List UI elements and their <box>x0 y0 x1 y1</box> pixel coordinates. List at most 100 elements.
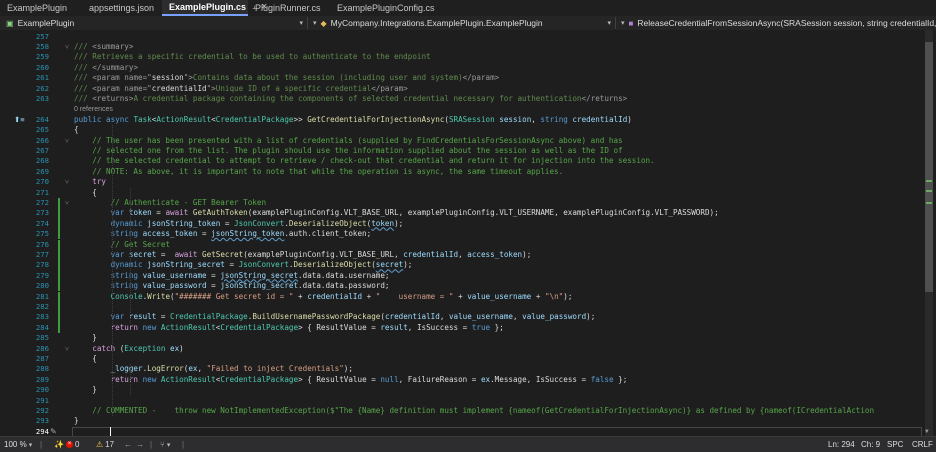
member-name: ReleaseCredentialFromSessionAsync(SRASes… <box>637 18 936 28</box>
code-token: GetAuthToken <box>192 208 248 218</box>
tab-label: ExamplePlugin.cs <box>169 2 247 12</box>
code-token: /// <box>74 41 93 51</box>
code-token: = <box>197 229 212 239</box>
tab-exampleplugin-cs[interactable]: ExamplePlugin.cs ⫠ ✕ <box>162 0 268 16</box>
line-number: 285 <box>35 333 49 343</box>
zoom-value: 100 % <box>4 440 27 449</box>
project-dropdown[interactable]: ▣ ExamplePlugin ▾ <box>2 17 308 29</box>
code-line: return new ActionResult<CredentialPackag… <box>74 323 504 333</box>
reference-count-label[interactable]: 0 references <box>74 106 113 113</box>
implementation-glyph-icon[interactable]: ⬆≡ <box>14 115 25 124</box>
fold-toggle-icon[interactable]: ˅ <box>63 42 71 52</box>
code-token: ); <box>563 291 573 301</box>
change-marker <box>58 208 60 219</box>
fold-toggle-icon[interactable]: ˅ <box>63 198 71 208</box>
code-token: DeserializeObject <box>288 218 367 228</box>
whitespace-mode[interactable]: SPC <box>887 440 903 449</box>
code-token: , <box>512 312 523 322</box>
code-editor[interactable]: 257 258 259 260 261 262 263 264 265 266 267 268 269 2… <box>0 30 922 436</box>
cursor-line[interactable]: Ln: 294 <box>828 440 855 449</box>
change-marker <box>58 322 60 334</box>
code-token: // The user has been presented with a li… <box>74 135 623 145</box>
code-token: Contains data about the session (includi… <box>192 73 463 83</box>
chevron-down-icon: ▾ <box>607 20 611 27</box>
change-marker <box>58 239 60 250</box>
line-number: 274 <box>35 218 49 228</box>
line-number: 263 <box>35 93 49 103</box>
code-token: ex <box>165 343 180 353</box>
previous-issue-button[interactable]: ← <box>124 440 132 449</box>
code-token: ); <box>586 312 596 322</box>
navigation-bar: ▣ ExamplePlugin ▾ ▾ ◆ MyCompany.Integrat… <box>0 16 936 31</box>
tab-pluginrunner-cs[interactable]: PluginRunner.cs <box>248 0 330 16</box>
sparkle-icon[interactable]: ✨ <box>54 440 64 449</box>
code-line: // The user has been presented with a li… <box>74 135 623 146</box>
code-line: _logger.LogError(ex, "Failed to inject C… <box>74 364 353 374</box>
code-token: , <box>458 249 468 259</box>
code-token: // NOTE: As above, it is important to no… <box>74 166 564 176</box>
next-issue-button[interactable]: → <box>136 440 144 449</box>
code-token: // selected one from the list. The plugi… <box>74 145 623 155</box>
code-line: // Get Secret <box>74 240 170 250</box>
tab-appsettings-json[interactable]: appsettings.json <box>82 0 162 16</box>
line-number-gutter: 257 258 259 260 261 262 263 264 265 266 267 268 269 2… <box>0 30 54 436</box>
fold-toggle-icon[interactable]: ˅ <box>63 136 71 146</box>
edit-pencil-icon[interactable]: ✎ <box>50 427 57 436</box>
git-branch-icon[interactable]: ⑂ ▾ <box>160 440 170 449</box>
code-token: CredentialPackage <box>220 374 299 384</box>
code-token: session <box>494 114 532 124</box>
code-line: } <box>74 416 79 426</box>
code-token: > { ResultValue = <box>298 374 381 384</box>
scrollbar-thumb[interactable] <box>925 42 933 292</box>
tab-exampleplugin[interactable]: ExamplePlugin <box>0 0 82 16</box>
cursor-char[interactable]: Ch: 9 <box>861 440 880 449</box>
code-token: { <box>74 125 79 135</box>
class-dropdown[interactable]: ▾ ◆ MyCompany.Integrations.ExamplePlugin… <box>309 17 616 29</box>
line-ending-value: CRLF <box>912 440 933 449</box>
change-marker <box>58 218 60 230</box>
code-token: BuildUsernamePasswordPackage <box>252 312 381 322</box>
code-token: ); <box>343 364 353 374</box>
code-token: // Get Secret <box>74 239 171 249</box>
error-count[interactable]: × 0 <box>66 440 79 449</box>
line-number: 276 <box>35 239 49 249</box>
scroll-down-arrow-icon[interactable]: ▼ <box>925 428 929 435</box>
code-token: , <box>197 364 207 374</box>
code-view[interactable]: /// <summary>/// Retrieves a specific cr… <box>74 30 922 436</box>
code-token: }; <box>490 322 504 332</box>
tab-examplepluginconfig-cs[interactable]: ExamplePluginConfig.cs <box>330 0 435 16</box>
code-token: credentialId <box>403 249 459 259</box>
warning-icon: ⚠ <box>96 440 104 449</box>
code-token: await <box>165 208 193 218</box>
code-token: token <box>128 208 152 218</box>
code-token: value_password <box>142 281 207 291</box>
code-line: /// <param name="credentialId">Unique ID… <box>74 84 408 94</box>
change-marker <box>58 312 60 323</box>
codelens-reference-count[interactable]: 0 references <box>74 104 113 114</box>
member-dropdown[interactable]: ▾ ■ ReleaseCredentialFromSessionAsync(SR… <box>617 17 936 29</box>
line-number: 260 <box>35 62 49 72</box>
code-token: + <box>531 291 545 301</box>
code-line: /// <summary> <box>74 42 133 52</box>
code-token: credentialId <box>151 83 207 93</box>
code-token: = <box>151 208 166 218</box>
tab-label: ExamplePluginConfig.cs <box>337 3 435 13</box>
fold-toggle-icon[interactable]: ˅ <box>63 177 71 187</box>
code-line: // NOTE: As above, it is important to no… <box>74 167 563 177</box>
code-line: /// <returns>A credential package contai… <box>74 94 627 104</box>
tab-label: PluginRunner.cs <box>255 3 321 13</box>
code-token: credentialId <box>384 312 440 322</box>
line-ending-mode[interactable]: CRLF <box>912 440 933 449</box>
warning-count[interactable]: ⚠ 17 <box>96 440 114 449</box>
code-token: ) <box>627 114 632 124</box>
code-token: /// Retrieves a specific credential to b… <box>74 52 431 62</box>
line-number: 257 <box>35 31 49 41</box>
indent-guide <box>130 364 131 396</box>
code-line: try <box>74 177 106 187</box>
class-name: MyCompany.Integrations.ExamplePlugin.Exa… <box>330 18 543 28</box>
zoom-level[interactable]: 100 % ▾ <box>4 440 32 449</box>
fold-toggle-icon[interactable]: ˅ <box>63 344 71 354</box>
code-line: // the selected credential to attempt to… <box>74 156 654 166</box>
code-token: <param name=" <box>92 83 152 93</box>
vertical-scrollbar[interactable]: ▲ ▼ <box>922 30 936 436</box>
